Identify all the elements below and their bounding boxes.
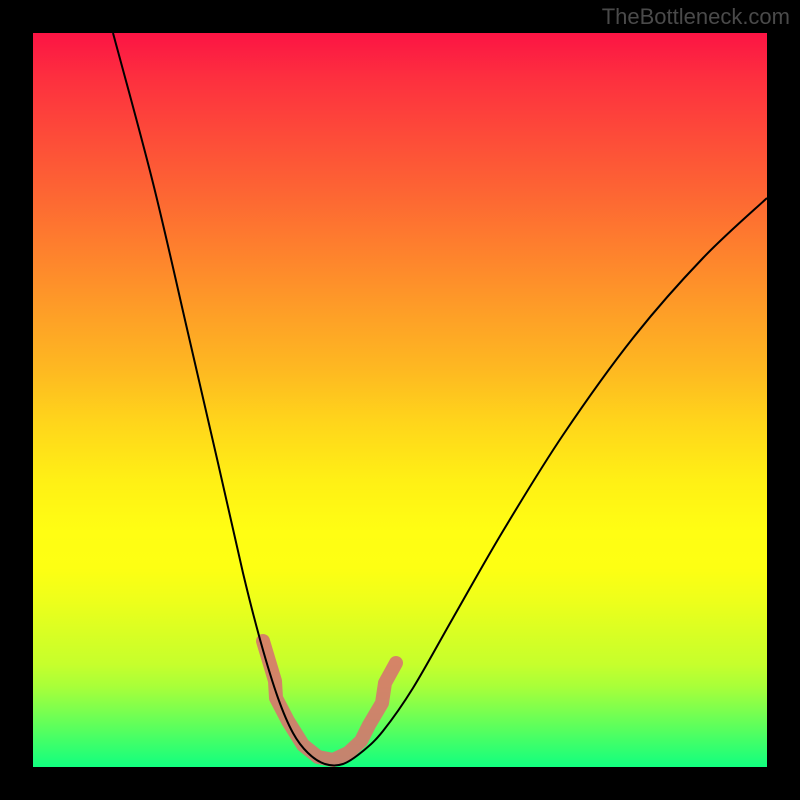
watermark-text: TheBottleneck.com: [602, 4, 790, 30]
highlight-band-path: [263, 641, 396, 760]
plot-area: [33, 33, 767, 767]
curve-svg: [33, 33, 767, 767]
main-curve-path: [113, 33, 767, 766]
chart-frame: TheBottleneck.com: [0, 0, 800, 800]
